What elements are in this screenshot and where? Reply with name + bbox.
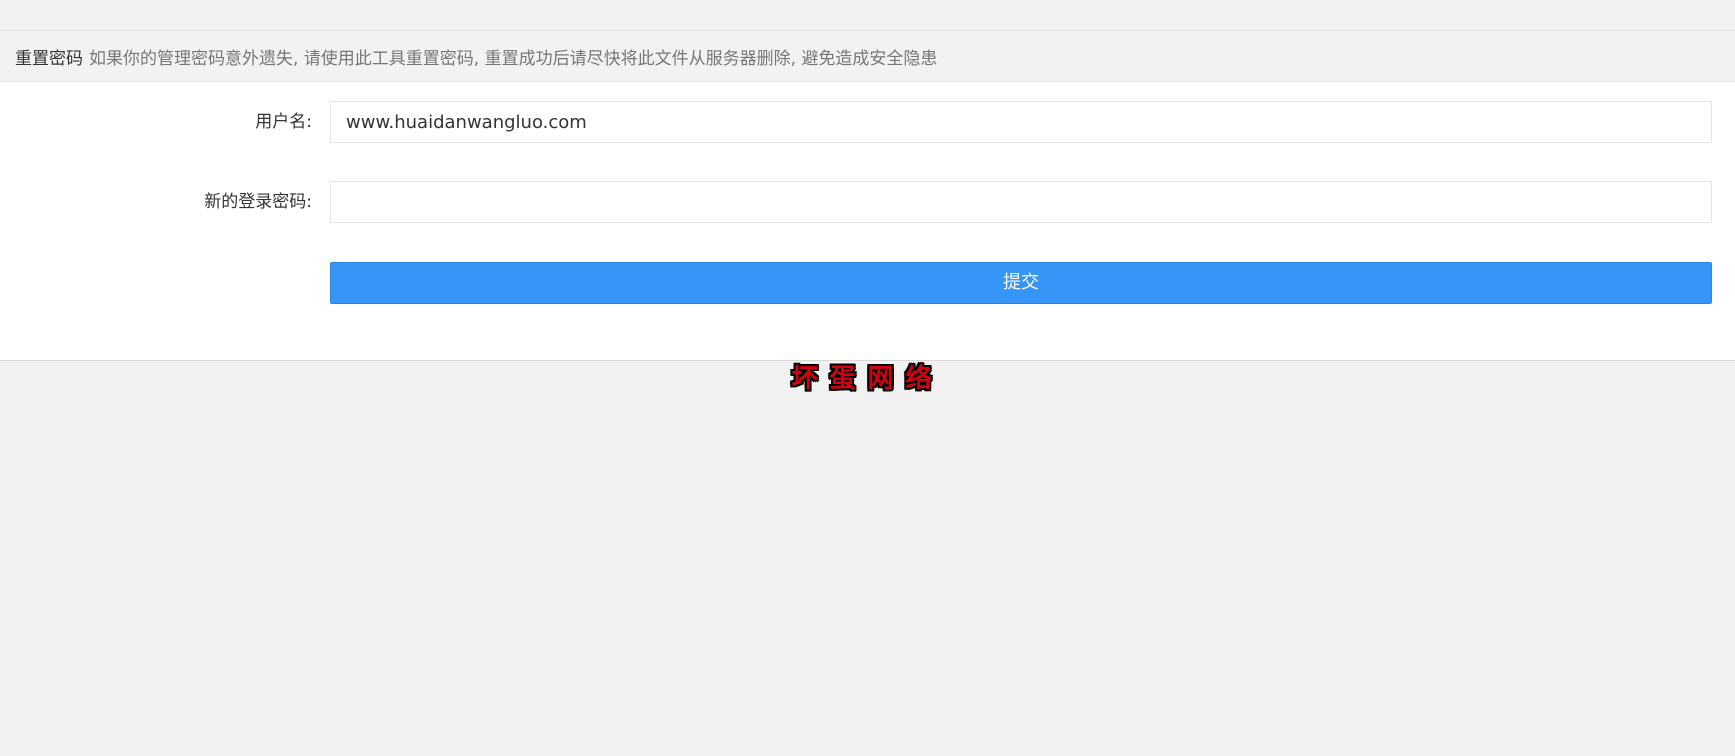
username-label: 用户名:: [255, 112, 312, 132]
top-strip: [0, 0, 1735, 31]
submit-button[interactable]: 提交: [330, 262, 1712, 304]
username-input[interactable]: [330, 101, 1712, 143]
password-row: 新的登录密码:: [0, 181, 1735, 223]
password-input[interactable]: [330, 181, 1712, 223]
page-title: 重置密码: [15, 48, 83, 69]
reset-password-form: 用户名: 新的登录密码: 提交: [0, 82, 1735, 361]
brand-watermark: 坏蛋网络: [791, 364, 944, 394]
username-row: 用户名:: [0, 101, 1735, 143]
page-tip: 如果你的管理密码意外遗失, 请使用此工具重置密码, 重置成功后请尽快将此文件从服…: [89, 48, 938, 69]
password-label: 新的登录密码:: [204, 192, 312, 212]
page-header: 重置密码 如果你的管理密码意外遗失, 请使用此工具重置密码, 重置成功后请尽快将…: [0, 31, 1735, 82]
